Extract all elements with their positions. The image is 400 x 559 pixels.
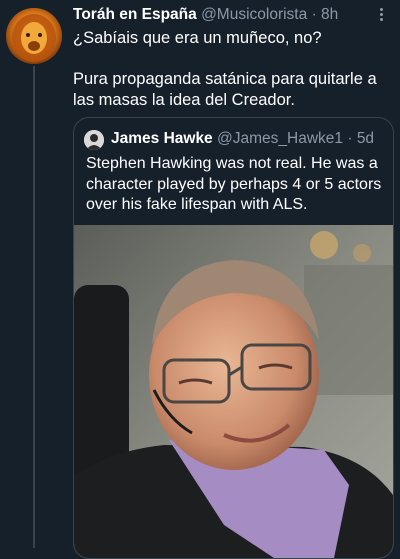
separator-dot: · (311, 6, 317, 23)
user-handle[interactable]: @Musicolorista (201, 6, 307, 23)
user-avatar[interactable] (6, 8, 62, 64)
thread-line (33, 66, 35, 548)
quoted-user-handle[interactable]: @James_Hawke1 (217, 130, 343, 147)
timestamp[interactable]: 8h (321, 6, 338, 23)
quoted-separator-dot: · (347, 130, 353, 147)
more-vertical-icon[interactable] (374, 6, 388, 24)
tweet-text-line2: Pura propaganda satánica para quitarle a… (73, 70, 377, 109)
display-name[interactable]: Toráh en España (73, 6, 197, 23)
lion-avatar-icon (6, 8, 62, 64)
quoted-display-name[interactable]: James Hawke (111, 130, 213, 147)
tweet[interactable]: Toráh en España @Musicolorista · 8h ¿Sab… (0, 0, 400, 559)
quoted-tweet[interactable]: James Hawke @James_Hawke1 · 5d Stephen H… (73, 117, 394, 559)
tweet-header: Toráh en España @Musicolorista · 8h (73, 6, 382, 28)
quoted-timestamp[interactable]: 5d (357, 130, 374, 147)
person-avatar-icon (84, 130, 104, 150)
quoted-tweet-photo[interactable] (74, 225, 393, 558)
quoted-tweet-text: Stephen Hawking was not real. He was a c… (86, 155, 382, 213)
tweet-text-line1: ¿Sabíais que era un muñeco, no? (73, 29, 322, 47)
